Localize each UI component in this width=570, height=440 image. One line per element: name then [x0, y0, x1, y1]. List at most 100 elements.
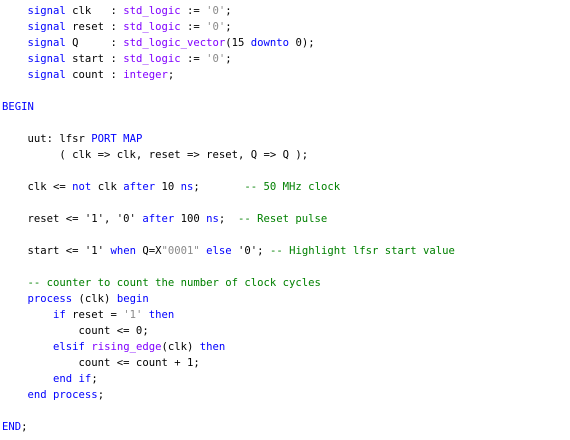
- code-token-default: :=: [180, 53, 207, 65]
- code-token-keyword: ns: [180, 181, 194, 193]
- code-line: ( clk => clk, reset => reset, Q => Q );: [2, 147, 568, 163]
- code-token-default: [2, 37, 28, 49]
- code-token-literal: "0001": [161, 245, 200, 257]
- code-token-default: count <= 0;: [2, 325, 149, 337]
- code-line: if reset = '1' then: [2, 307, 568, 323]
- code-token-keyword: end if: [53, 373, 92, 385]
- code-token-type: std_logic_vector: [123, 37, 226, 49]
- code-line: clk <= not clk after 10 ns; -- 50 MHz cl…: [2, 179, 568, 195]
- code-token-default: count <= count + 1;: [2, 357, 200, 369]
- code-token-default: ;: [97, 389, 105, 401]
- code-line: count <= count + 1;: [2, 355, 568, 371]
- code-token-default: ;: [21, 421, 28, 433]
- code-token-default: start :: [65, 53, 124, 65]
- code-token-default: ;: [225, 53, 232, 65]
- code-token-keyword: not: [72, 181, 92, 193]
- code-token-default: ;: [91, 373, 98, 385]
- code-token-keyword: downto: [250, 37, 290, 49]
- code-token-default: uut: lfsr: [2, 133, 92, 145]
- code-token-default: reset :: [65, 21, 124, 33]
- code-line: signal start : std_logic := '0';: [2, 51, 568, 67]
- code-token-keyword: else: [206, 245, 232, 257]
- code-token-keyword: BEGIN: [2, 101, 34, 113]
- code-token-default: (clk): [72, 293, 117, 305]
- code-token-comment: -- Highlight lfsr start value: [269, 245, 455, 257]
- code-line: signal clk : std_logic := '0';: [2, 3, 568, 19]
- code-token-default: :=: [180, 21, 207, 33]
- code-line: reset <= '1', '0' after 100 ns; -- Reset…: [2, 211, 568, 227]
- code-line: BEGIN: [2, 99, 568, 115]
- code-token-keyword: END: [2, 421, 22, 433]
- code-token-default: [2, 5, 28, 17]
- code-token-comment: -- counter to count the number of clock …: [27, 277, 321, 289]
- code-token-keyword: if: [53, 309, 66, 321]
- code-token-default: [2, 309, 53, 321]
- code-token-literal: '0': [206, 53, 226, 65]
- code-token-keyword: signal: [27, 5, 66, 17]
- code-token-type: integer: [123, 69, 168, 81]
- code-token-default: Q=X: [135, 245, 162, 257]
- code-token-default: [2, 69, 28, 81]
- code-token-literal: '0': [206, 21, 226, 33]
- code-token-type: std_logic: [123, 53, 181, 65]
- code-token-keyword: end process: [27, 389, 98, 401]
- code-token-default: (15: [225, 37, 251, 49]
- code-token-default: clk :: [65, 5, 124, 17]
- code-token-default: [2, 277, 28, 289]
- code-line: uut: lfsr PORT MAP: [2, 131, 568, 147]
- code-token-default: 100: [174, 213, 207, 225]
- code-line: signal count : integer;: [2, 67, 568, 83]
- code-token-default: ;: [218, 213, 239, 225]
- code-token-keyword: after: [142, 213, 175, 225]
- code-token-type: std_logic: [123, 21, 181, 33]
- code-token-default: [2, 389, 28, 401]
- code-token-default: ;: [193, 181, 245, 193]
- code-token-keyword: signal: [27, 53, 66, 65]
- code-token-default: start <= '1': [2, 245, 111, 257]
- code-token-default: (clk): [161, 341, 200, 353]
- code-token-keyword: then: [199, 341, 226, 353]
- code-line: elsif rising_edge(clk) then: [2, 339, 568, 355]
- code-token-keyword: ns: [206, 213, 219, 225]
- code-token-default: ;: [225, 21, 232, 33]
- code-token-keyword: process: [27, 293, 73, 305]
- code-token-type: rising_edge: [91, 341, 162, 353]
- code-token-comment: -- Reset pulse: [238, 213, 328, 225]
- code-token-keyword: after: [123, 181, 156, 193]
- code-token-default: [2, 21, 28, 33]
- code-line: process (clk) begin: [2, 291, 568, 307]
- code-line: end process;: [2, 387, 568, 403]
- code-token-literal: '1': [123, 309, 143, 321]
- code-token-default: [2, 293, 28, 305]
- code-token-default: reset =: [65, 309, 124, 321]
- code-token-keyword: PORT MAP: [91, 133, 143, 145]
- code-token-default: [2, 341, 53, 353]
- code-line: count <= 0;: [2, 323, 568, 339]
- code-line: END;: [2, 419, 568, 435]
- code-token-default: clk <=: [2, 181, 73, 193]
- code-editor[interactable]: signal clk : std_logic := '0'; signal re…: [2, 3, 568, 437]
- code-line: end if;: [2, 371, 568, 387]
- code-token-default: clk: [91, 181, 124, 193]
- code-token-default: 0);: [289, 37, 315, 49]
- code-token-default: :=: [180, 5, 207, 17]
- code-token-keyword: signal: [27, 21, 66, 33]
- code-token-default: ;: [167, 69, 175, 81]
- code-token-keyword: signal: [27, 69, 66, 81]
- code-token-keyword: when: [110, 245, 136, 257]
- code-token-default: '0';: [231, 245, 270, 257]
- code-token-default: reset <= '1', '0': [2, 213, 143, 225]
- code-token-default: ( clk => clk, reset => reset, Q => Q );: [2, 149, 309, 161]
- code-token-literal: '0': [206, 5, 226, 17]
- code-token-default: count :: [65, 69, 124, 81]
- code-token-default: 10: [155, 181, 181, 193]
- code-line: start <= '1' when Q=X"0001" else '0'; --…: [2, 243, 568, 259]
- code-token-default: ;: [225, 5, 232, 17]
